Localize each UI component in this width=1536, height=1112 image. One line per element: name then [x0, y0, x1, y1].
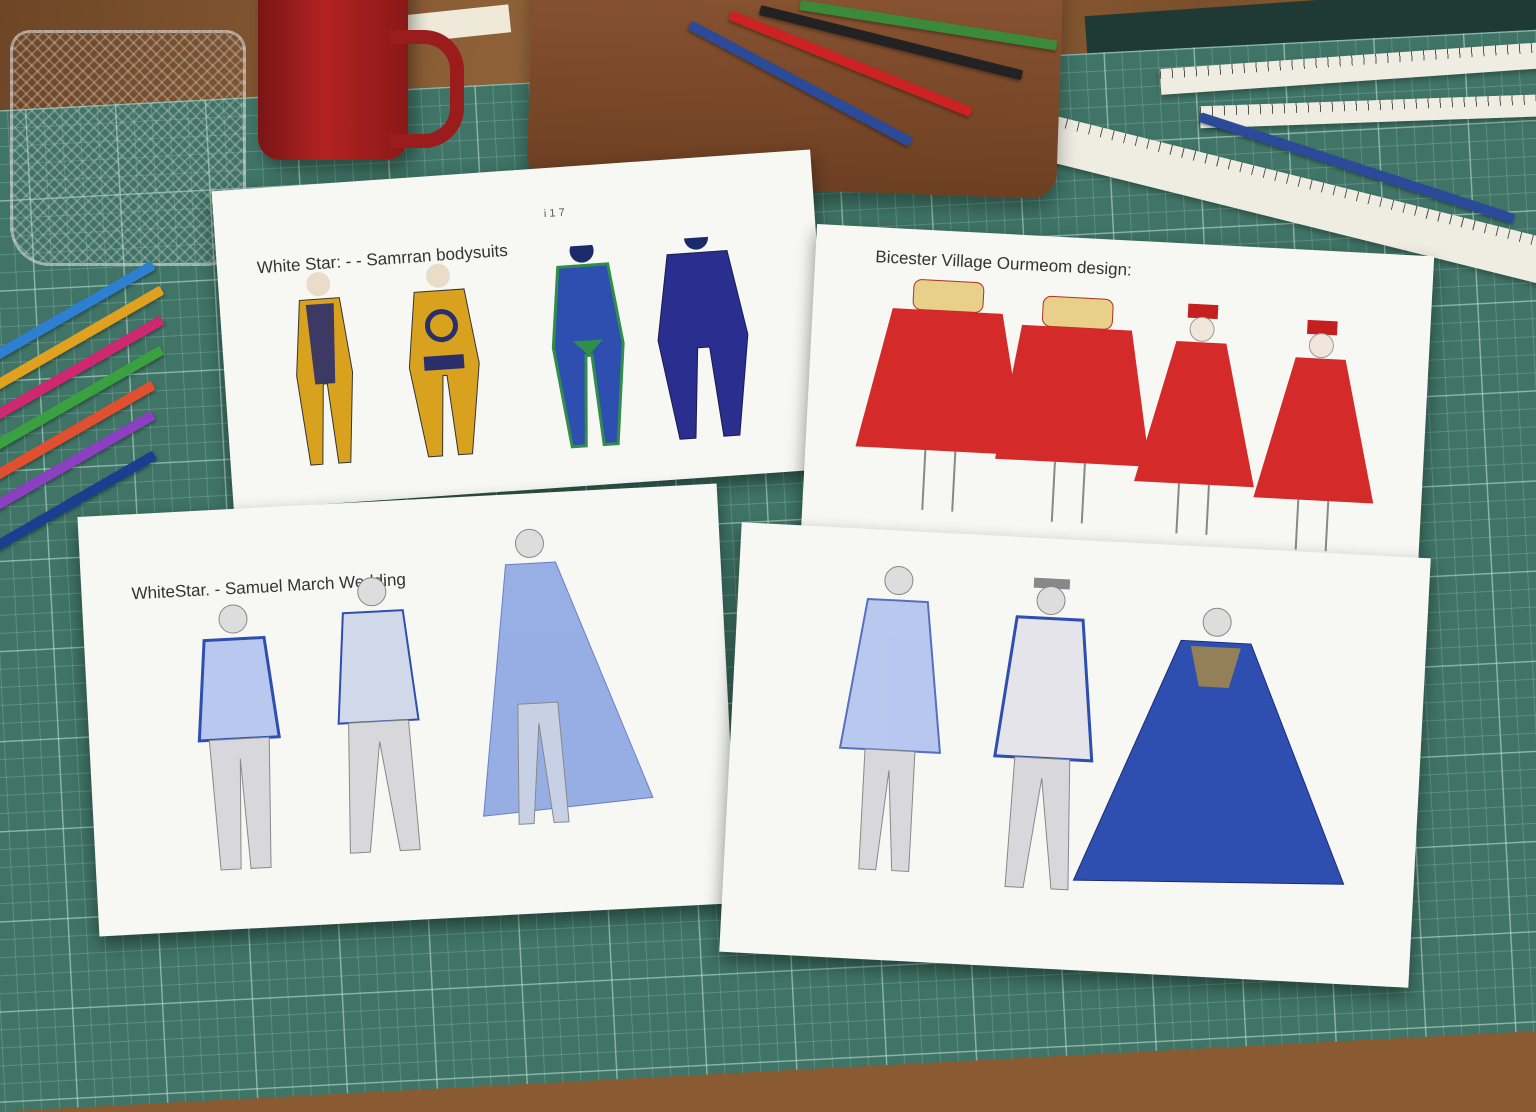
figure-captain-jacket [993, 577, 1094, 891]
figure-sheer-coat [838, 566, 942, 872]
wedding-suit-figures [197, 528, 654, 871]
mug-handle [390, 30, 464, 148]
figure-red-skirt-1 [855, 279, 1026, 512]
figure-red-cape-1 [1134, 303, 1254, 535]
sheet-marks: i 1 7 [543, 206, 566, 221]
figure-mustard-navy-1 [296, 272, 354, 466]
figure-mustard-navy-2 [408, 263, 480, 458]
figure-royal-blue-coat [1072, 607, 1345, 885]
blue-coat-figures [838, 566, 1345, 891]
sketch-sheet-wedding: WhiteStar. - Samuel March Wedding [77, 483, 739, 937]
sketch-sheet-blue-coats [719, 522, 1431, 988]
figure-blue-green [551, 238, 625, 449]
figure-red-cape-2 [1253, 319, 1374, 552]
red-cape-figures [855, 279, 1374, 552]
figure-blue-cape [483, 528, 654, 825]
red-mug [258, 0, 408, 160]
figure-grey-suit [337, 577, 421, 854]
figure-blue-jacket [197, 604, 281, 871]
figure-red-skirt-2 [995, 295, 1150, 524]
sketch-sheet-bodysuits: White Star: - - Samrran bodysuits i 1 7 [211, 149, 833, 511]
figure-navy [657, 229, 749, 440]
bodysuit-figures [296, 229, 749, 466]
mesh-pencil-cup [10, 30, 246, 266]
